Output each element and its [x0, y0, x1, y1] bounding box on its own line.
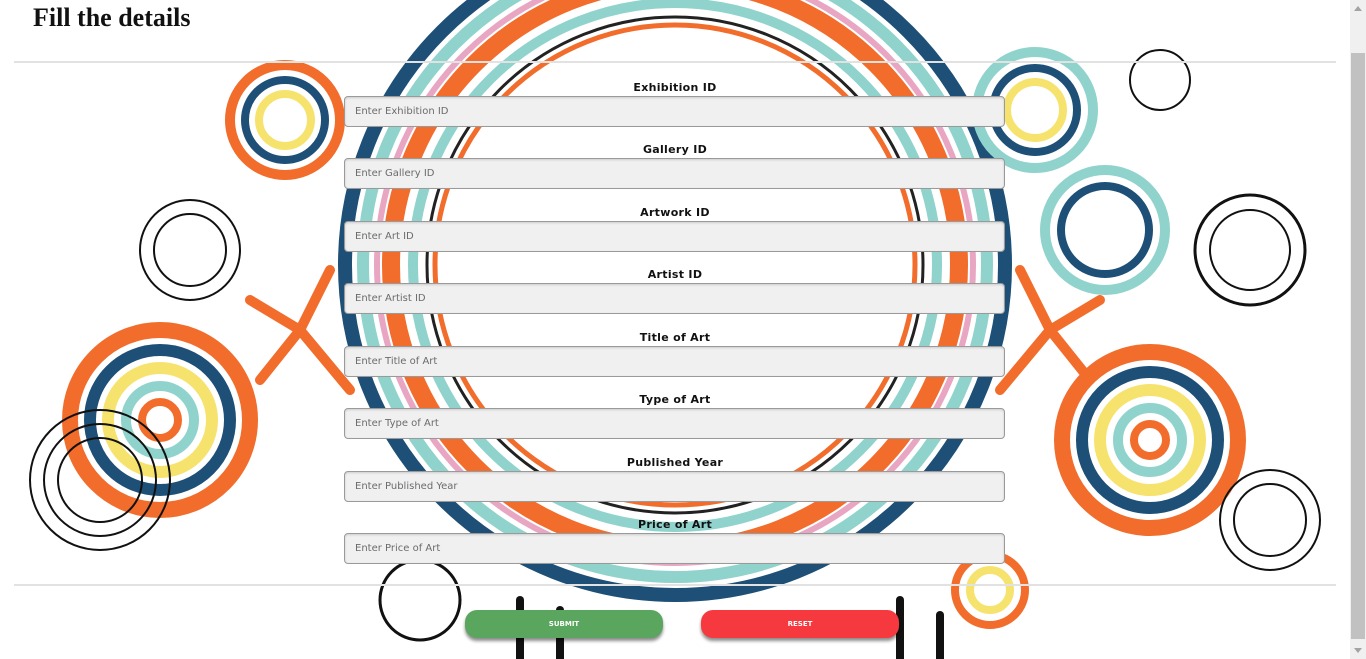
bottom-divider — [14, 584, 1336, 586]
title-of-art-input[interactable] — [344, 346, 1005, 377]
exhibition-id-input[interactable] — [344, 96, 1005, 127]
price-of-art-label: Price of Art — [637, 518, 713, 531]
reset-button[interactable]: RESET — [701, 610, 899, 638]
artwork-id-input[interactable] — [344, 221, 1005, 252]
scrollbar-thumb[interactable] — [1351, 53, 1365, 639]
exhibition-id-label: Exhibition ID — [633, 81, 717, 94]
vertical-scrollbar[interactable] — [1350, 0, 1366, 659]
page-viewport: Fill the details Exhibition ID Gallery I… — [0, 0, 1350, 659]
artwork-id-label: Artwork ID — [640, 206, 710, 219]
published-year-label: Published Year — [626, 456, 724, 469]
artist-id-label: Artist ID — [647, 268, 703, 281]
published-year-input[interactable] — [344, 471, 1005, 502]
title-of-art-label: Title of Art — [639, 331, 711, 344]
type-of-art-input[interactable] — [344, 408, 1005, 439]
artist-id-input[interactable] — [344, 283, 1005, 314]
price-of-art-input[interactable] — [344, 533, 1005, 564]
gallery-id-label: Gallery ID — [642, 143, 708, 156]
type-of-art-label: Type of Art — [639, 393, 711, 406]
artwork-details-form: Exhibition ID Gallery ID Artwork ID Arti… — [0, 0, 1350, 659]
arrow-down-icon[interactable] — [1350, 642, 1366, 659]
gallery-id-input[interactable] — [344, 158, 1005, 189]
submit-button[interactable]: SUBMIT — [465, 610, 663, 638]
arrow-up-icon[interactable] — [1350, 0, 1366, 17]
